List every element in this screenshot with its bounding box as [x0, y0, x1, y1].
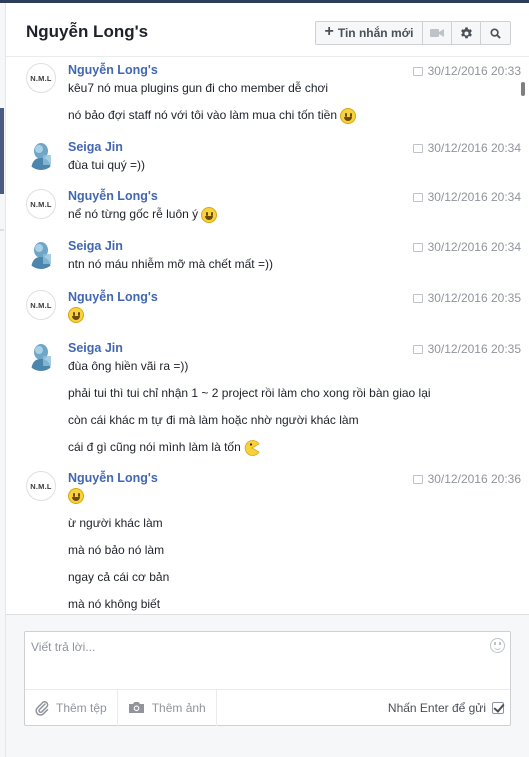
timestamp-text: 30/12/2016 20:35	[427, 342, 521, 356]
avatar[interactable]	[26, 140, 56, 170]
chat-bubble-icon	[412, 192, 423, 202]
message-text: mà nó bảo nó làm	[68, 543, 165, 557]
attach-file-button[interactable]: Thêm tệp	[25, 689, 118, 726]
message-line: cái đ gì cũng nói mình làm là tốn	[68, 440, 260, 456]
new-message-label: Tin nhắn mới	[337, 26, 414, 40]
avatar[interactable]	[26, 239, 56, 269]
message-list[interactable]: N.M.L Nguyễn Long's 30/12/2016 20:33 kêu…	[6, 58, 529, 614]
message-text: còn cái khác m tự đi mà làm hoặc nhờ ngư…	[68, 413, 359, 427]
reply-area: Thêm tệp Thêm ảnh Nhấn Enter để gửi	[6, 614, 529, 757]
timestamp: 30/12/2016 20:35	[412, 291, 521, 305]
timestamp: 30/12/2016 20:34	[412, 141, 521, 155]
conversation-header: Nguyễn Long's + Tin nhắn mới	[6, 3, 529, 57]
camera-icon	[128, 702, 144, 713]
message-text: ntn nó máu nhiễm mỡ mà chết mất =))	[68, 257, 273, 271]
message-line: nó bảo đợi staff nó với tôi vào làm mua …	[68, 108, 356, 124]
search-button[interactable]	[481, 22, 510, 44]
left-rail-selected-mark	[0, 108, 4, 194]
video-call-button[interactable]	[423, 22, 452, 44]
author-name[interactable]: Nguyễn Long's	[68, 63, 158, 77]
timestamp-text: 30/12/2016 20:35	[427, 291, 521, 305]
attach-photo-button[interactable]: Thêm ảnh	[118, 689, 217, 726]
avatar-image-icon	[31, 242, 51, 269]
timestamp-text: 30/12/2016 20:34	[427, 190, 521, 204]
search-icon	[490, 27, 501, 39]
timestamp-text: 30/12/2016 20:34	[427, 141, 521, 155]
message-text: ừ người khác làm	[68, 516, 163, 530]
paperclip-icon	[35, 700, 49, 716]
author-name[interactable]: Seiga Jin	[68, 239, 123, 253]
timestamp-text: 30/12/2016 20:36	[427, 472, 521, 486]
message-text: kêu7 nó mua plugins gun đi cho member dễ…	[68, 81, 329, 95]
message-line	[68, 307, 84, 323]
author-name[interactable]: Nguyễn Long's	[68, 189, 158, 203]
conversation-window: Nguyễn Long's + Tin nhắn mới N.M.L Nguyễ…	[0, 0, 529, 757]
message-line	[68, 488, 84, 504]
timestamp: 30/12/2016 20:34	[412, 190, 521, 204]
message-text: cái đ gì cũng nói mình làm là tốn	[68, 440, 241, 455]
composer-toolbar: Thêm tệp Thêm ảnh Nhấn Enter để gửi	[25, 689, 510, 726]
emoji-picker-icon[interactable]	[490, 638, 505, 653]
avatar[interactable]: N.M.L	[26, 189, 56, 219]
timestamp-text: 30/12/2016 20:33	[427, 64, 521, 78]
attach-photo-label: Thêm ảnh	[151, 700, 206, 715]
conversation-title: Nguyễn Long's	[26, 22, 149, 41]
reply-input[interactable]	[31, 640, 481, 680]
left-rail-divider	[0, 229, 4, 231]
enter-to-send-checkbox[interactable]	[492, 701, 504, 714]
timestamp-text: 30/12/2016 20:34	[427, 240, 521, 254]
attach-file-label: Thêm tệp	[56, 700, 107, 715]
author-name[interactable]: Nguyễn Long's	[68, 290, 158, 304]
chat-bubble-icon	[412, 344, 423, 354]
enter-to-send-toggle[interactable]: Nhấn Enter để gửi	[388, 701, 510, 715]
header-toolbar: + Tin nhắn mới	[315, 21, 511, 45]
settings-button[interactable]	[452, 22, 481, 44]
pacman-emoji-icon	[244, 440, 260, 456]
timestamp: 30/12/2016 20:33	[412, 64, 521, 78]
message-text: ngay cả cái cơ bản	[68, 570, 170, 584]
video-call-icon	[430, 29, 444, 37]
timestamp: 30/12/2016 20:35	[412, 342, 521, 356]
avatar[interactable]: N.M.L	[26, 471, 56, 501]
author-name[interactable]: Seiga Jin	[68, 140, 123, 154]
avatar[interactable]: N.M.L	[26, 290, 56, 320]
avatar[interactable]	[26, 341, 56, 371]
timestamp: 30/12/2016 20:34	[412, 240, 521, 254]
grinning-emoji-icon	[340, 108, 356, 124]
grinning-emoji-icon	[68, 307, 84, 323]
chat-bubble-icon	[412, 474, 423, 484]
grinning-emoji-icon	[201, 207, 218, 223]
message-text: nó bảo đợi staff nó với tôi vào làm mua …	[68, 108, 337, 123]
avatar[interactable]: N.M.L	[26, 63, 56, 93]
avatar-image-icon	[31, 344, 51, 371]
avatar-image-icon	[31, 143, 51, 170]
message-text: phải tui thì tui chỉ nhận 1 ~ 2 project …	[68, 386, 431, 400]
author-name[interactable]: Seiga Jin	[68, 341, 123, 355]
message-text: đùa ông hiền vãi ra =))	[68, 359, 189, 373]
reply-composer: Thêm tệp Thêm ảnh Nhấn Enter để gửi	[24, 631, 511, 726]
author-name[interactable]: Nguyễn Long's	[68, 471, 158, 485]
plus-icon: +	[324, 23, 334, 40]
message-text: đùa tui quý =))	[68, 158, 146, 172]
grinning-emoji-icon	[68, 488, 84, 504]
chat-bubble-icon	[412, 143, 423, 153]
new-message-button[interactable]: + Tin nhắn mới	[316, 22, 423, 44]
message-line: nể nó từng gốc rễ luôn ý	[68, 207, 218, 223]
gear-icon	[460, 26, 472, 38]
message-text: nể nó từng gốc rễ luôn ý	[68, 207, 199, 222]
enter-to-send-label: Nhấn Enter để gửi	[387, 700, 486, 715]
chat-bubble-icon	[412, 66, 423, 76]
timestamp: 30/12/2016 20:36	[412, 472, 521, 486]
chat-bubble-icon	[412, 242, 423, 252]
chat-bubble-icon	[412, 293, 423, 303]
message-text: mà nó không biết	[68, 597, 161, 611]
scrollbar-thumb[interactable]	[521, 82, 525, 96]
